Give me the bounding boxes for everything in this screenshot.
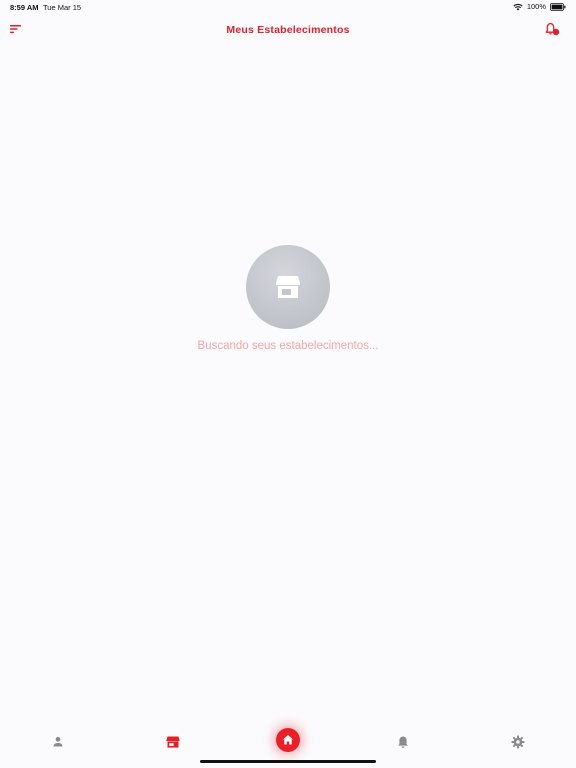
nav-profile-button[interactable] — [50, 734, 66, 750]
bell-with-badge-icon — [545, 22, 560, 36]
battery-percentage: 100% — [526, 2, 546, 11]
home-icon — [283, 735, 293, 745]
notifications-button[interactable] — [544, 21, 560, 37]
loading-store-badge — [246, 245, 330, 329]
status-indicators: 100% — [513, 2, 566, 11]
status-date: Tue Mar 15 — [43, 3, 82, 12]
status-time: 8:59 AM — [10, 3, 39, 12]
app-screen: 8:59 AM Tue Mar 15 100% Meus Estabelecim… — [0, 0, 576, 768]
gear-icon — [511, 735, 525, 749]
bell-icon — [398, 736, 408, 748]
nav-settings-button[interactable] — [510, 734, 526, 750]
home-indicator[interactable] — [200, 760, 376, 763]
status-bar: 8:59 AM Tue Mar 15 100% — [0, 0, 576, 14]
page-title: Meus Estabelecimentos — [226, 24, 350, 36]
nav-stores-button[interactable] — [165, 734, 181, 750]
store-icon — [276, 276, 300, 298]
battery-icon — [550, 2, 566, 11]
loading-message: Buscando seus estabelecimentos... — [197, 340, 379, 352]
nav-notifications-button[interactable] — [395, 734, 411, 750]
header-bar: Meus Estabelecimentos — [0, 16, 576, 44]
nav-home-button[interactable] — [276, 728, 300, 752]
person-icon — [53, 736, 63, 747]
wifi-icon — [513, 3, 523, 11]
store-icon — [166, 736, 180, 748]
